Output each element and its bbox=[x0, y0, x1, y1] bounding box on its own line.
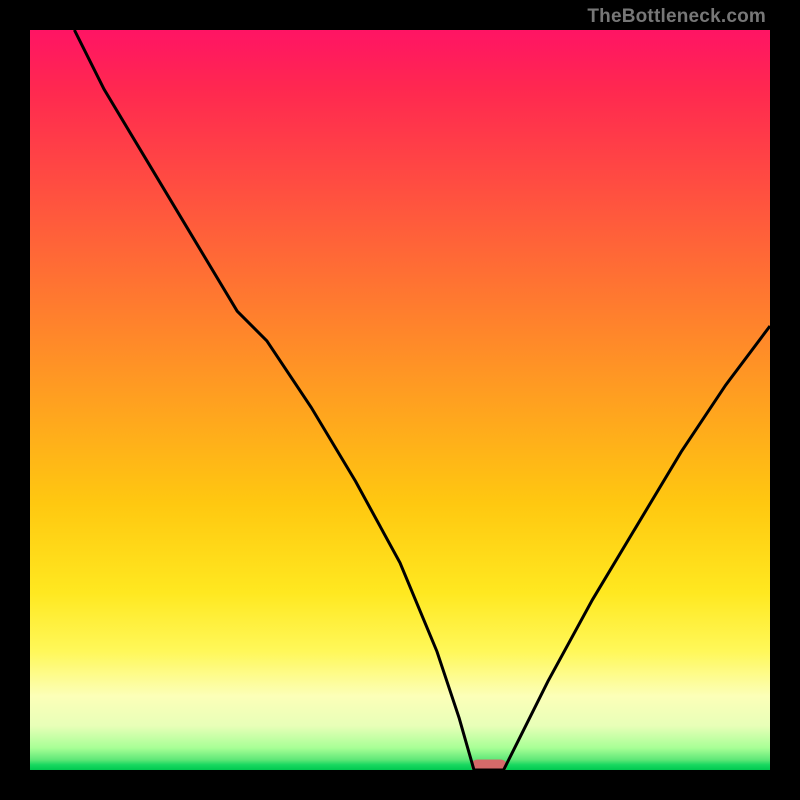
plot-area bbox=[30, 30, 770, 770]
watermark-text: TheBottleneck.com bbox=[587, 6, 766, 28]
bottleneck-curve bbox=[30, 30, 770, 770]
chart-frame: TheBottleneck.com bbox=[0, 0, 800, 800]
curve-path bbox=[74, 30, 770, 770]
